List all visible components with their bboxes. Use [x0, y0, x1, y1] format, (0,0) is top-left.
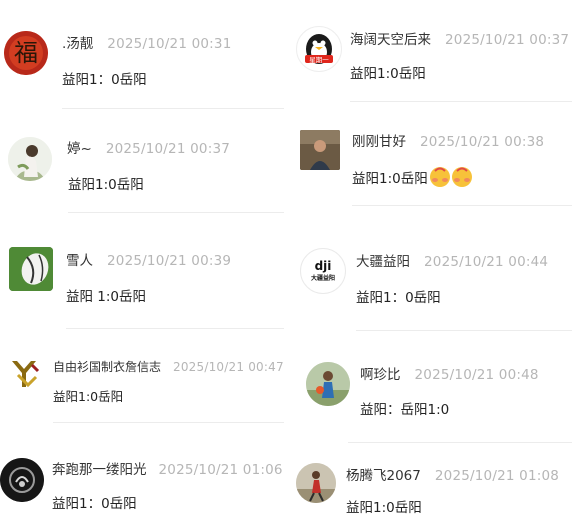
avatar-label: 大疆益阳	[311, 274, 335, 282]
man-photo-avatar[interactable]	[300, 130, 340, 170]
comment-timestamp: 2025/10/21 00:48	[414, 367, 539, 383]
comment-text: 益阳1：0岳阳	[356, 290, 441, 306]
comment-username[interactable]: 啊珍比	[360, 367, 401, 383]
comment-username[interactable]: 杨腾飞2067	[346, 468, 421, 484]
comment-username[interactable]: 刚刚甘好	[352, 134, 406, 150]
comment-timestamp: 2025/10/21 00:39	[107, 253, 232, 269]
comment-text: 益阳：岳阳1:0	[360, 402, 450, 418]
comment-text: 益阳1:0岳阳	[53, 389, 124, 404]
comment-text: 益阳1:0岳阳	[346, 500, 422, 516]
comment-text: 益阳1:0岳阳	[352, 165, 473, 193]
comment-text: 益阳1：0岳阳	[62, 72, 147, 88]
girl-photo-avatar[interactable]	[8, 137, 52, 181]
divider	[348, 442, 572, 443]
dji-logo-avatar[interactable]: dji 大疆益阳	[300, 248, 346, 294]
dji-logo-text: dji	[315, 259, 332, 273]
comment-username[interactable]: 海阔天空后来	[350, 32, 431, 48]
comment-text: 益阳 1:0岳阳	[66, 289, 147, 305]
comment-username[interactable]: 婷~	[67, 141, 92, 157]
comment-text: 益阳1:0岳阳	[68, 177, 144, 193]
comment-text: 益阳1:0岳阳	[350, 66, 426, 82]
runner-photo-avatar[interactable]	[296, 463, 336, 503]
yy-logo-avatar[interactable]	[8, 357, 44, 393]
comment-timestamp: 2025/10/21 00:47	[173, 360, 284, 374]
comment-username[interactable]: 大疆益阳	[356, 254, 410, 270]
comment-username[interactable]: 奔跑那一缕阳光	[52, 462, 147, 478]
comment-timestamp: 2025/10/21 01:06	[158, 462, 283, 478]
shy-face-emoji	[429, 165, 473, 193]
divider	[352, 205, 572, 206]
comment-username[interactable]: .汤靓	[62, 36, 93, 52]
avatar-label: 星期一	[309, 56, 329, 64]
comment-timestamp: 2025/10/21 00:31	[107, 36, 232, 52]
divider	[53, 422, 284, 423]
comments-column-right: 星期一 海阔天空后来 2025/10/21 00:37 益阳1:0岳阳 刚刚甘好 2…	[288, 0, 576, 532]
comment-text: 益阳1：0岳阳	[52, 496, 137, 512]
svg-text:福: 福	[14, 39, 38, 67]
divider	[62, 108, 284, 109]
comment-timestamp: 2025/10/21 00:44	[424, 254, 549, 270]
comment-timestamp: 2025/10/21 00:38	[420, 134, 545, 150]
comment-timestamp: 2025/10/21 00:37	[105, 141, 231, 157]
comments-column-left: 福 .汤靓 2025/10/21 00:31 益阳1：0岳阳 婷~ 2025/10/…	[0, 0, 288, 532]
dark-photo-avatar[interactable]	[0, 458, 44, 502]
divider	[356, 330, 572, 331]
rugby-ball-avatar[interactable]	[9, 247, 53, 291]
comment-timestamp: 2025/10/21 01:08	[434, 468, 560, 484]
divider	[68, 212, 284, 213]
divider	[66, 328, 284, 329]
comment-username[interactable]: 雪人	[66, 253, 93, 269]
person-outdoor-avatar[interactable]	[306, 362, 350, 406]
divider	[350, 101, 572, 102]
penguin-avatar[interactable]: 星期一	[296, 26, 342, 72]
fu-character-avatar[interactable]: 福	[4, 31, 48, 75]
comment-username[interactable]: 自由衫国制衣詹信志	[53, 360, 161, 374]
comment-timestamp: 2025/10/21 00:37	[445, 32, 570, 48]
